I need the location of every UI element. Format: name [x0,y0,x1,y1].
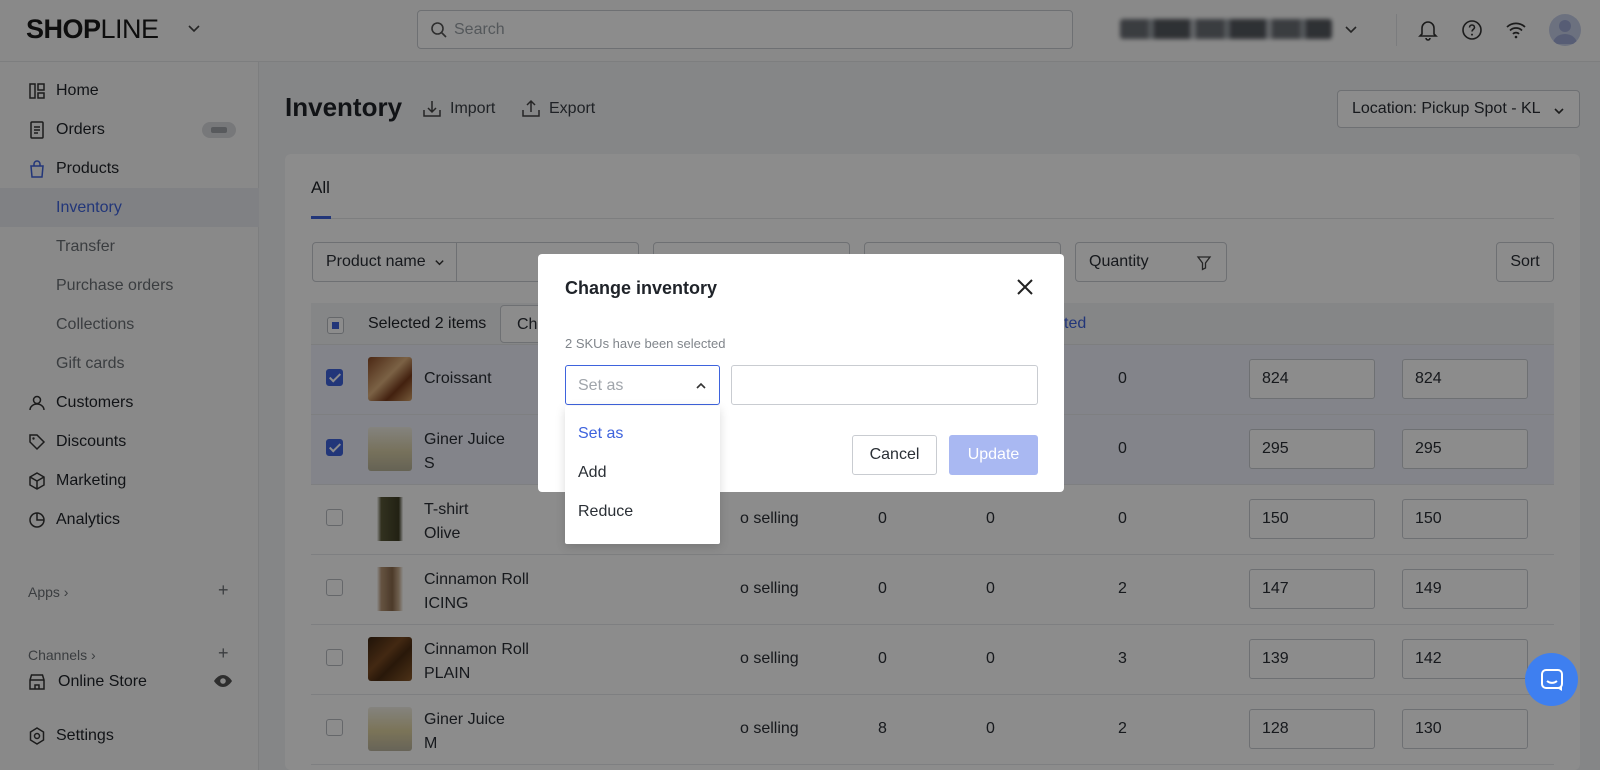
close-icon[interactable] [1012,274,1038,300]
update-button[interactable]: Update [949,435,1038,475]
chevron-up-icon [696,382,706,389]
option-add[interactable]: Add [565,453,720,492]
adjust-mode-dropdown: Set as Add Reduce [565,406,720,544]
adjust-mode-value: Set as [578,377,624,394]
cancel-button[interactable]: Cancel [852,435,937,475]
dialog-subtitle: 2 SKUs have been selected [565,336,726,351]
dialog-title: Change inventory [565,278,718,298]
chat-icon[interactable] [1525,653,1578,706]
quantity-input[interactable] [731,365,1038,405]
option-set-as[interactable]: Set as [565,414,720,453]
adjust-mode-select[interactable]: Set as [565,365,720,405]
option-reduce[interactable]: Reduce [565,492,720,531]
